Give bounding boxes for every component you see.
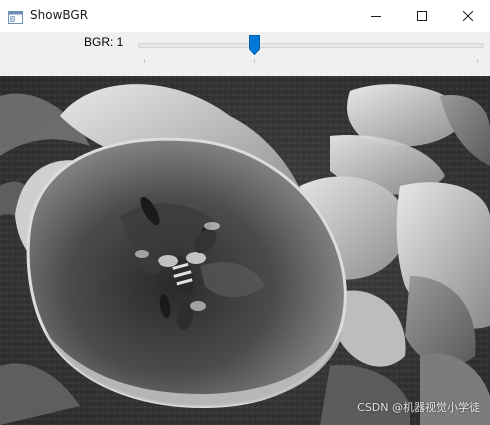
trackbar-tick — [254, 59, 255, 63]
trackbar-track[interactable] — [138, 43, 484, 48]
maximize-button[interactable] — [399, 0, 445, 32]
minimize-icon — [371, 16, 381, 17]
maximize-icon — [417, 11, 427, 21]
image-display[interactable]: CSDN @机器视觉小学徒 — [0, 76, 490, 425]
trackbar-thumb[interactable] — [249, 35, 260, 56]
close-button[interactable] — [445, 0, 490, 32]
app-window-icon — [8, 9, 23, 24]
watermark-text: CSDN @机器视觉小学徒 — [357, 401, 480, 414]
trackbar-tick-min — [144, 59, 145, 63]
title-bar[interactable]: ShowBGR — [0, 0, 490, 32]
trackbar-tick-max — [477, 59, 478, 63]
minimize-button[interactable] — [353, 0, 399, 32]
trackbar-label: BGR: 1 — [84, 35, 124, 49]
window-title: ShowBGR — [30, 8, 89, 22]
flower-photo — [0, 76, 490, 425]
trackbar-panel: BGR: 1 — [0, 32, 490, 76]
close-icon — [463, 11, 473, 21]
